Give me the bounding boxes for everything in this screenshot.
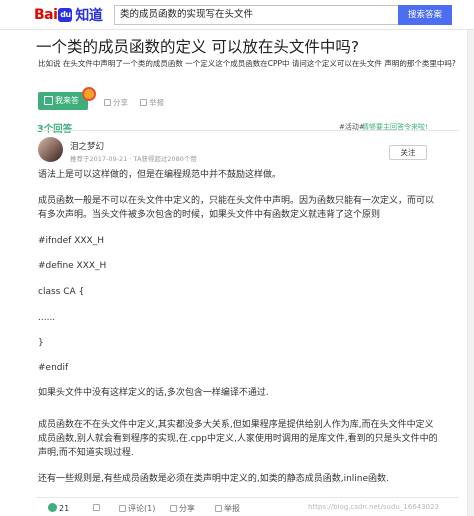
top-header: Bai du 知道 类的成员函数的实现写在头文件 搜索答案 xyxy=(0,0,474,30)
answer-line: } xyxy=(38,338,44,348)
like-button[interactable]: 21 xyxy=(48,503,69,513)
answers-count: 3个回答 xyxy=(37,121,72,135)
thumbs-down-icon xyxy=(93,504,100,511)
question-share-label: 分享 xyxy=(113,98,128,107)
share-icon xyxy=(170,505,177,512)
answer-line: #endif xyxy=(38,363,69,373)
answer-share-label: 分享 xyxy=(179,504,195,513)
comment-label: 评论(1) xyxy=(128,504,156,513)
answer-line: 成员函数在不在头文件中定义,其实都没多大关系,但如果程序是提供给别人作为库,而在… xyxy=(38,420,434,430)
answer-line: 声明,而不知道实现过程. xyxy=(38,448,134,458)
avatar[interactable] xyxy=(38,137,63,162)
answer-report-button[interactable]: 举报 xyxy=(215,503,240,514)
answer-line: 成员函数一般是不可以在头文件中定义的，只能在头文件中声明。因为函数只能有一次定义… xyxy=(38,196,435,206)
comment-icon xyxy=(119,505,126,512)
share-icon xyxy=(104,99,111,106)
logo-text-bai: Bai xyxy=(34,7,58,23)
answer-user-meta: 推荐于2017-09-21 · TA获得超过2080个赞 xyxy=(70,155,197,163)
answer-line: 语法上是可以这样做的，但是在编程规范中并不鼓励这样做。 xyxy=(38,170,282,180)
answer-line: class CA { xyxy=(38,287,85,297)
baidu-zhidao-logo[interactable]: Bai du 知道 xyxy=(34,6,103,24)
answer-user-name[interactable]: 泪之梦幻 xyxy=(70,140,104,152)
search-button[interactable]: 搜索答案 xyxy=(398,5,452,25)
dislike-button[interactable] xyxy=(93,503,102,512)
question-title: 一个类的成员函数的定义 可以放在头文件中吗? xyxy=(36,38,360,56)
answer-button[interactable]: 我来答 xyxy=(38,92,88,110)
answer-line: 有多次声明。当头文件被多次包含的时候，如果头文件中有函数定义就违背了这个原则 xyxy=(38,210,381,220)
logo-text-zhidao: 知道 xyxy=(75,8,103,24)
watermark: https://blog.csdn.net/sudu_16643023 xyxy=(308,503,439,511)
answer-footer-divider xyxy=(36,497,459,498)
question-report-button[interactable]: 举报 xyxy=(140,97,164,108)
answer-share-button[interactable]: 分享 xyxy=(170,503,195,514)
search-input[interactable]: 类的成员函数的实现写在头文件 xyxy=(114,5,398,25)
pen-icon xyxy=(44,96,53,105)
answer-line: 还有一些规则是,有些成员函数是必须在类声明中定义的,如类的静态成员函数,inli… xyxy=(38,474,389,484)
answer-button-label: 我来答 xyxy=(55,96,79,105)
reward-badge-icon xyxy=(82,87,96,101)
comment-button[interactable]: 评论(1) xyxy=(119,503,155,514)
question-report-label: 举报 xyxy=(149,98,164,107)
logo-paw-icon: du xyxy=(58,8,73,22)
answer-report-label: 举报 xyxy=(224,504,240,513)
thumbs-up-icon xyxy=(48,503,57,512)
follow-button[interactable]: 关注 xyxy=(389,145,427,160)
report-icon xyxy=(215,505,222,512)
report-icon xyxy=(140,99,147,106)
scrollbar[interactable] xyxy=(467,30,474,516)
question-share-button[interactable]: 分享 xyxy=(104,97,128,108)
answers-divider xyxy=(36,130,459,131)
answer-line: 如果头文件中没有这样定义的话,多次包含一样编译不通过. xyxy=(38,388,269,398)
question-description: 比如说 在头文件中声明了一个类的成员函数 一个定义这个成员函数在CPP中 请问这… xyxy=(38,59,456,68)
answer-line: #define XXX_H xyxy=(38,261,107,271)
like-count: 21 xyxy=(59,504,70,513)
answer-line: ...... xyxy=(38,313,56,323)
answer-line: 成员函数,别人就会看到程序的实现,在.cpp中定义,人家使用时调用的是库文件,看… xyxy=(38,434,438,444)
answer-line: #ifndef XXX_H xyxy=(38,236,104,246)
